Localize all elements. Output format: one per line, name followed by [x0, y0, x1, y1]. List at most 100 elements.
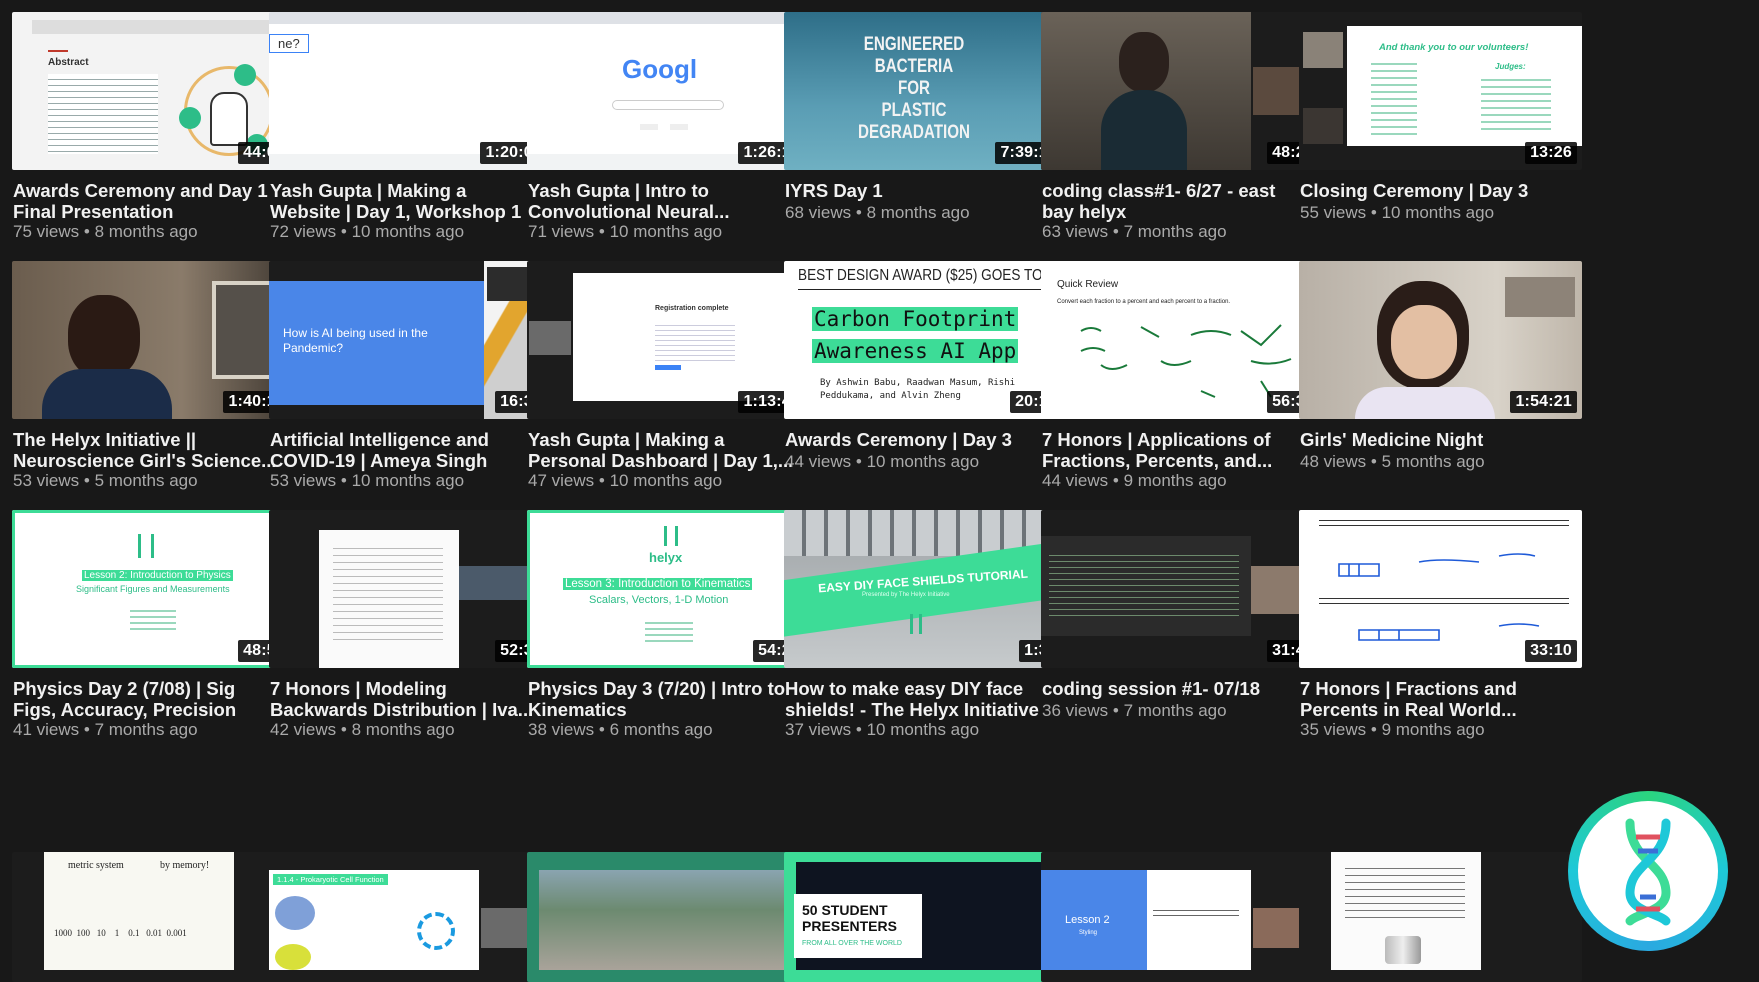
video-meta: 47 views • 10 months ago — [528, 470, 722, 491]
video-card[interactable]: Abstract 44:05 Awards Ceremony and Day 1… — [12, 12, 301, 252]
video-card[interactable]: 1:40:19 The Helyx Initiative || Neurosci… — [12, 261, 301, 501]
video-title[interactable]: The Helyx Initiative || Neuroscience Gir… — [13, 429, 301, 471]
video-card[interactable]: ne? 1:20:02 Yash Gupta | Making a Websit… — [269, 12, 558, 252]
video-title[interactable]: Awards Ceremony | Day 3 — [785, 429, 1073, 450]
video-title[interactable]: Yash Gupta | Intro to Convolutional Neur… — [528, 180, 816, 222]
video-thumbnail[interactable] — [1299, 852, 1582, 982]
video-thumbnail[interactable]: 33:10 — [1299, 510, 1582, 668]
video-thumbnail[interactable]: EASY DIY FACE SHIELDS TUTORIAL Presented… — [784, 510, 1067, 668]
video-title[interactable]: 7 Honors | Fractions and Percents in Rea… — [1300, 678, 1588, 720]
video-title[interactable]: Awards Ceremony and Day 1 Final Presenta… — [13, 180, 301, 222]
video-age: 9 months ago — [1381, 720, 1485, 739]
meta-separator: • — [855, 720, 867, 739]
video-thumbnail[interactable]: 1:40:19 — [12, 261, 295, 419]
thumb-physics2-lesson: Lesson 2: Introduction to Physics — [82, 570, 233, 581]
video-thumbnail[interactable]: helyx Lesson 3: Introduction to Kinemati… — [527, 510, 810, 668]
video-card[interactable]: Lesson 2: Introduction to Physics Signif… — [12, 510, 301, 750]
video-thumbnail[interactable]: Lesson 2 Styling — [1041, 852, 1324, 982]
video-card-partial[interactable] — [1299, 852, 1588, 982]
video-card[interactable]: 48:20 coding class#1- 6/27 - east bay he… — [1041, 12, 1330, 252]
video-thumbnail[interactable]: Registration complete 1:13:44 — [527, 261, 810, 419]
video-card[interactable]: 1:54:21 Girls' Medicine Night 48 views •… — [1299, 261, 1588, 501]
video-title[interactable]: coding session #1- 07/18 — [1042, 678, 1330, 699]
video-title[interactable]: 7 Honors | Modeling Backwards Distributi… — [270, 678, 558, 720]
video-meta: 72 views • 10 months ago — [270, 221, 464, 242]
video-thumbnail[interactable]: 48:20 — [1041, 12, 1324, 170]
video-age: 9 months ago — [1123, 471, 1227, 490]
meta-separator: • — [1112, 222, 1124, 241]
video-title[interactable]: Physics Day 3 (7/20) | Intro to Kinemati… — [528, 678, 816, 720]
video-card[interactable]: 31:41 coding session #1- 07/18 36 views … — [1041, 510, 1330, 750]
video-card-partial[interactable]: metric system by memory! 1000 100 10 1 0… — [12, 852, 301, 982]
video-thumbnail[interactable]: Abstract 44:05 — [12, 12, 295, 170]
meta-separator: • — [1370, 452, 1382, 471]
video-thumbnail[interactable]: BEST DESIGN AWARD ($25) GOES TO... Carbo… — [784, 261, 1067, 419]
thumb-abstract-title: Abstract — [48, 57, 89, 68]
thumb-award-heading: BEST DESIGN AWARD ($25) GOES TO... — [798, 267, 1054, 284]
thumb-physics3-lesson: Lesson 3: Introduction to Kinematics — [563, 578, 753, 590]
video-thumbnail[interactable]: 1.1.4 - Prokaryotic Cell Function — [269, 852, 552, 982]
video-card[interactable]: BEST DESIGN AWARD ($25) GOES TO... Carbo… — [784, 261, 1073, 501]
video-thumbnail[interactable]: 1:54:21 — [1299, 261, 1582, 419]
video-thumbnail[interactable]: Quick Review Convert each fraction to a … — [1041, 261, 1324, 419]
video-thumbnail[interactable]: 52:35 — [269, 510, 552, 668]
video-thumbnail[interactable]: 50 STUDENT PRESENTERS FROM ALL OVER THE … — [784, 852, 1067, 982]
video-views: 37 views — [785, 720, 852, 739]
video-thumbnail[interactable]: Googl 1:26:10 — [527, 12, 810, 170]
video-thumbnail[interactable]: metric system by memory! 1000 100 10 1 0… — [12, 852, 295, 982]
video-card[interactable]: How is AI being used in the Pandemic? 16… — [269, 261, 558, 501]
video-title[interactable]: Artificial Intelligence and COVID-19 | A… — [270, 429, 558, 471]
video-age: 10 months ago — [866, 452, 980, 471]
video-thumbnail[interactable]: 31:41 — [1041, 510, 1324, 668]
video-duration-badge: 13:26 — [1525, 142, 1577, 164]
thumb-award-app-line1: Carbon Footprint — [812, 307, 1019, 331]
meta-separator: • — [83, 720, 95, 739]
video-age: 8 months ago — [94, 222, 198, 241]
video-thumbnail[interactable] — [527, 852, 810, 982]
meta-separator: • — [1370, 203, 1382, 222]
helyx-logo-button[interactable] — [1568, 791, 1728, 951]
video-card[interactable]: Quick Review Convert each fraction to a … — [1041, 261, 1330, 501]
video-card[interactable]: Registration complete 1:13:44 Yash Gupta… — [527, 261, 816, 501]
video-card-partial[interactable]: Lesson 2 Styling — [1041, 852, 1330, 982]
video-card-partial[interactable]: 1.1.4 - Prokaryotic Cell Function — [269, 852, 558, 982]
video-card-partial[interactable]: 50 STUDENT PRESENTERS FROM ALL OVER THE … — [784, 852, 1073, 982]
video-thumbnail[interactable]: How is AI being used in the Pandemic? 16… — [269, 261, 552, 419]
video-thumbnail[interactable]: ne? 1:20:02 — [269, 12, 552, 170]
video-title[interactable]: 7 Honors | Applications of Fractions, Pe… — [1042, 429, 1330, 471]
video-meta: 68 views • 8 months ago — [785, 202, 970, 223]
video-views: 68 views — [785, 203, 852, 222]
video-card[interactable]: EASY DIY FACE SHIELDS TUTORIAL Presented… — [784, 510, 1073, 750]
video-thumbnail[interactable]: And thank you to our volunteers! Judges:… — [1299, 12, 1582, 170]
video-card[interactable]: 33:10 7 Honors | Fractions and Percents … — [1299, 510, 1588, 750]
video-title[interactable]: Closing Ceremony | Day 3 — [1300, 180, 1588, 201]
video-card[interactable]: And thank you to our volunteers! Judges:… — [1299, 12, 1588, 252]
video-title[interactable]: How to make easy DIY face shields! - The… — [785, 678, 1073, 720]
video-title[interactable]: IYRS Day 1 — [785, 180, 1073, 201]
video-card-partial[interactable] — [527, 852, 816, 982]
video-card[interactable]: Googl 1:26:10 Yash Gupta | Intro to Conv… — [527, 12, 816, 252]
video-views: 35 views — [1300, 720, 1367, 739]
video-title[interactable]: Physics Day 2 (7/08) | Sig Figs, Accurac… — [13, 678, 301, 720]
thumb-lesson2-title: Lesson 2 — [1065, 914, 1110, 926]
video-grid: Abstract 44:05 Awards Ceremony and Day 1… — [0, 0, 1759, 982]
video-thumbnail[interactable]: Lesson 2: Introduction to Physics Signif… — [12, 510, 295, 668]
video-meta: 35 views • 9 months ago — [1300, 719, 1485, 740]
video-title[interactable]: Yash Gupta | Making a Personal Dashboard… — [528, 429, 816, 471]
video-title[interactable]: Girls' Medicine Night — [1300, 429, 1588, 450]
video-thumbnail[interactable]: ENGINEERED BACTERIA FOR PLASTIC DEGRADAT… — [784, 12, 1067, 170]
video-duration-badge: 1:54:21 — [1510, 391, 1577, 413]
thumb-award-app-line2: Awareness AI App — [812, 339, 1019, 363]
video-views: 44 views — [785, 452, 852, 471]
video-card[interactable]: ENGINEERED BACTERIA FOR PLASTIC DEGRADAT… — [784, 12, 1073, 252]
video-card[interactable]: helyx Lesson 3: Introduction to Kinemati… — [527, 510, 816, 750]
thumb-award-names: By Ashwin Babu, Raadwan Masum, Rishi Ped… — [820, 378, 1016, 401]
video-meta: 44 views • 10 months ago — [785, 451, 979, 472]
meta-separator: • — [598, 471, 610, 490]
video-card[interactable]: 52:35 7 Honors | Modeling Backwards Dist… — [269, 510, 558, 750]
video-views: 48 views — [1300, 452, 1367, 471]
thumb-registration-text: Registration complete — [655, 305, 729, 312]
video-title[interactable]: Yash Gupta | Making a Website | Day 1, W… — [270, 180, 558, 222]
video-title[interactable]: coding class#1- 6/27 - east bay helyx — [1042, 180, 1330, 222]
video-views: 63 views — [1042, 222, 1109, 241]
